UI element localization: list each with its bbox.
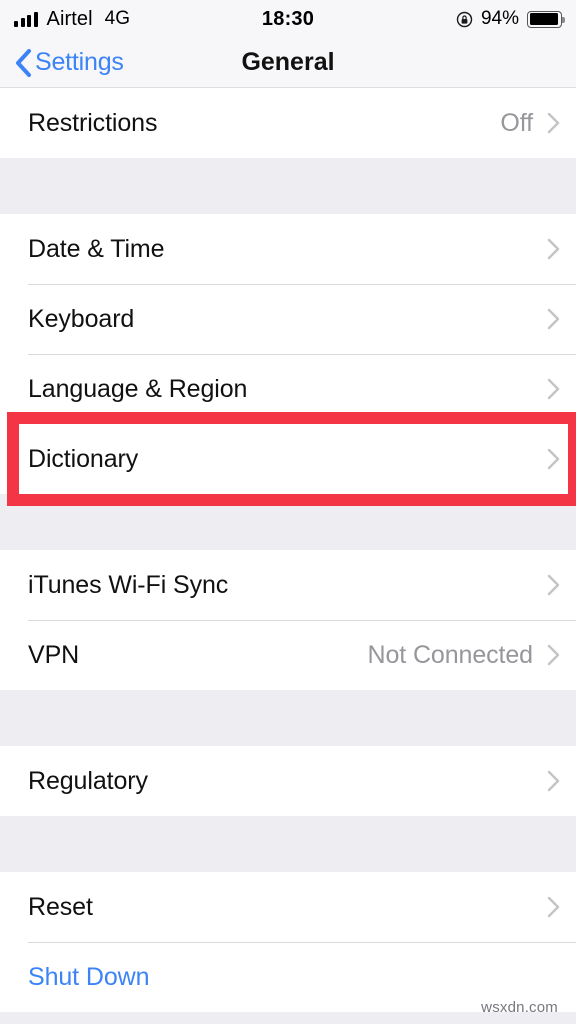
highlighted-row-wrapper: Dictionary	[0, 412, 576, 506]
row-label: Keyboard	[28, 304, 135, 333]
back-button-label: Settings	[35, 48, 124, 76]
settings-row-itunes-wi-fi-sync[interactable]: iTunes Wi-Fi Sync	[0, 550, 576, 620]
row-label: Language & Region	[28, 374, 248, 403]
chevron-right-icon	[547, 896, 560, 918]
chevron-right-icon	[547, 644, 560, 666]
section-gap	[0, 158, 576, 214]
row-accessory: Not Connected	[368, 641, 560, 670]
row-value: Off	[500, 108, 533, 137]
settings-group: Reset Shut Down	[0, 872, 576, 1012]
settings-row-keyboard[interactable]: Keyboard	[0, 284, 576, 354]
settings-group: Date & Time Keyboard Language & Region Dict…	[0, 214, 576, 506]
row-label: Shut Down	[28, 962, 150, 991]
chevron-right-icon	[547, 770, 560, 792]
network-type: 4G	[104, 8, 131, 29]
section-gap	[0, 816, 576, 872]
settings-group: Regulatory	[0, 746, 576, 816]
row-accessory	[547, 574, 560, 596]
row-label: Reset	[28, 892, 93, 921]
navigation-bar: Settings General	[0, 38, 576, 88]
settings-row-restrictions[interactable]: Restrictions Off	[0, 88, 576, 158]
row-accessory: Off	[500, 109, 560, 138]
row-accessory	[547, 896, 560, 918]
watermark: wsxdn.com	[481, 999, 558, 1016]
signal-strength-icon	[14, 11, 38, 27]
row-label: Regulatory	[28, 766, 148, 795]
row-accessory	[547, 448, 560, 470]
back-button[interactable]: Settings	[0, 48, 124, 78]
row-label: Restrictions	[28, 108, 158, 137]
phone-screen: Airtel 4G 18:30 94% Settings General Res…	[0, 0, 576, 1024]
row-accessory	[547, 238, 560, 260]
row-label: Date & Time	[28, 234, 165, 263]
chevron-right-icon	[547, 308, 560, 330]
rotation-lock-icon	[456, 11, 473, 28]
row-accessory	[547, 378, 560, 400]
row-label: Dictionary	[28, 444, 139, 473]
settings-row-language-region[interactable]: Language & Region	[0, 354, 576, 424]
settings-group: Restrictions Off	[0, 88, 576, 158]
chevron-right-icon	[547, 448, 560, 470]
row-label: VPN	[28, 640, 80, 669]
row-accessory	[547, 770, 560, 792]
section-gap	[0, 494, 576, 550]
chevron-right-icon	[547, 574, 560, 596]
settings-row-vpn[interactable]: VPN Not Connected	[0, 620, 576, 690]
chevron-right-icon	[547, 238, 560, 260]
settings-row-regulatory[interactable]: Regulatory	[0, 746, 576, 816]
chevron-right-icon	[547, 378, 560, 400]
status-bar: Airtel 4G 18:30 94%	[0, 0, 576, 38]
settings-row-date-time[interactable]: Date & Time	[0, 214, 576, 284]
row-label: iTunes Wi-Fi Sync	[28, 570, 229, 599]
settings-group: iTunes Wi-Fi Sync VPN Not Connected	[0, 550, 576, 690]
settings-row-dictionary[interactable]: Dictionary	[0, 424, 576, 494]
battery-icon	[527, 10, 565, 28]
status-bar-right: 94%	[456, 8, 565, 30]
chevron-left-icon	[14, 48, 32, 78]
battery-percentage: 94%	[480, 8, 519, 29]
settings-row-reset[interactable]: Reset	[0, 872, 576, 942]
row-accessory	[547, 308, 560, 330]
status-bar-left: Airtel 4G	[14, 8, 130, 31]
chevron-right-icon	[547, 112, 560, 134]
carrier-name: Airtel	[46, 7, 93, 30]
section-gap	[0, 690, 576, 746]
row-value: Not Connected	[367, 640, 534, 669]
settings-list: Restrictions Off Date & Time Keyboard Langua…	[0, 88, 576, 1012]
